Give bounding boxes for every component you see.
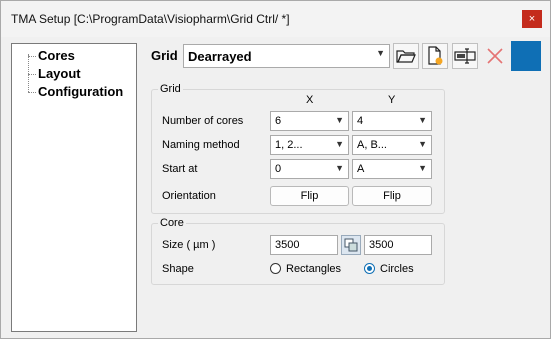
folder-open-icon xyxy=(396,50,416,63)
tree-item-configuration[interactable]: Configuration xyxy=(38,84,123,99)
number-of-cores-label: Number of cores xyxy=(162,115,244,127)
rename-button[interactable] xyxy=(452,43,478,69)
number-of-cores-y-select[interactable]: 4 ▼ xyxy=(352,111,432,131)
new-document-icon xyxy=(428,46,443,65)
orientation-label: Orientation xyxy=(162,190,216,202)
tree-item-cores[interactable]: Cores xyxy=(38,48,75,63)
link-squares-icon xyxy=(344,238,358,252)
naming-method-y-select[interactable]: A, B... ▼ xyxy=(352,135,432,155)
start-at-y-select[interactable]: A ▼ xyxy=(352,159,432,179)
start-at-label: Start at xyxy=(162,163,198,175)
grid-group-title: Grid xyxy=(158,83,183,95)
close-button[interactable]: × xyxy=(522,10,542,28)
grid-select-value: Dearrayed xyxy=(188,49,252,64)
chevron-down-icon: ▼ xyxy=(376,48,385,58)
chevron-down-icon: ▼ xyxy=(335,115,344,125)
title-bar: TMA Setup [C:\ProgramData\Visiopharm\Gri… xyxy=(1,1,550,37)
size-x-input[interactable]: 3500 xyxy=(270,235,338,255)
flip-y-button[interactable]: Flip xyxy=(352,186,432,206)
core-group-title: Core xyxy=(158,217,186,229)
new-file-button[interactable] xyxy=(422,43,448,69)
delete-button[interactable] xyxy=(482,43,508,69)
naming-method-x-select[interactable]: 1, 2... ▼ xyxy=(270,135,349,155)
chevron-down-icon: ▼ xyxy=(418,115,427,125)
navigation-tree: Cores Layout Configuration xyxy=(11,43,137,332)
grid-select[interactable]: Dearrayed ▼ xyxy=(183,44,390,68)
naming-method-label: Naming method xyxy=(162,139,240,151)
delete-x-icon xyxy=(487,48,503,64)
color-swatch[interactable] xyxy=(511,41,541,71)
shape-circles-radio[interactable] xyxy=(364,263,375,274)
dialog-window: TMA Setup [C:\ProgramData\Visiopharm\Gri… xyxy=(0,0,551,339)
chevron-down-icon: ▼ xyxy=(335,139,344,149)
start-at-x-select[interactable]: 0 ▼ xyxy=(270,159,349,179)
size-y-input[interactable]: 3500 xyxy=(364,235,432,255)
tree-item-layout[interactable]: Layout xyxy=(38,66,81,81)
chevron-down-icon: ▼ xyxy=(335,163,344,173)
column-x-header: X xyxy=(306,94,314,106)
close-icon: × xyxy=(528,13,536,25)
number-of-cores-x-select[interactable]: 6 ▼ xyxy=(270,111,349,131)
open-folder-button[interactable] xyxy=(393,43,419,69)
shape-label: Shape xyxy=(162,263,194,275)
link-size-button[interactable] xyxy=(341,235,361,255)
chevron-down-icon: ▼ xyxy=(418,163,427,173)
grid-label: Grid xyxy=(151,48,178,63)
column-y-header: Y xyxy=(388,94,396,106)
rename-field-icon xyxy=(454,48,476,64)
shape-rectangles-label[interactable]: Rectangles xyxy=(286,263,341,275)
chevron-down-icon: ▼ xyxy=(418,139,427,149)
flip-x-button[interactable]: Flip xyxy=(270,186,349,206)
shape-rectangles-radio[interactable] xyxy=(270,263,281,274)
size-label: Size ( µm ) xyxy=(162,239,216,251)
window-title: TMA Setup [C:\ProgramData\Visiopharm\Gri… xyxy=(11,12,290,26)
shape-circles-label[interactable]: Circles xyxy=(380,263,414,275)
